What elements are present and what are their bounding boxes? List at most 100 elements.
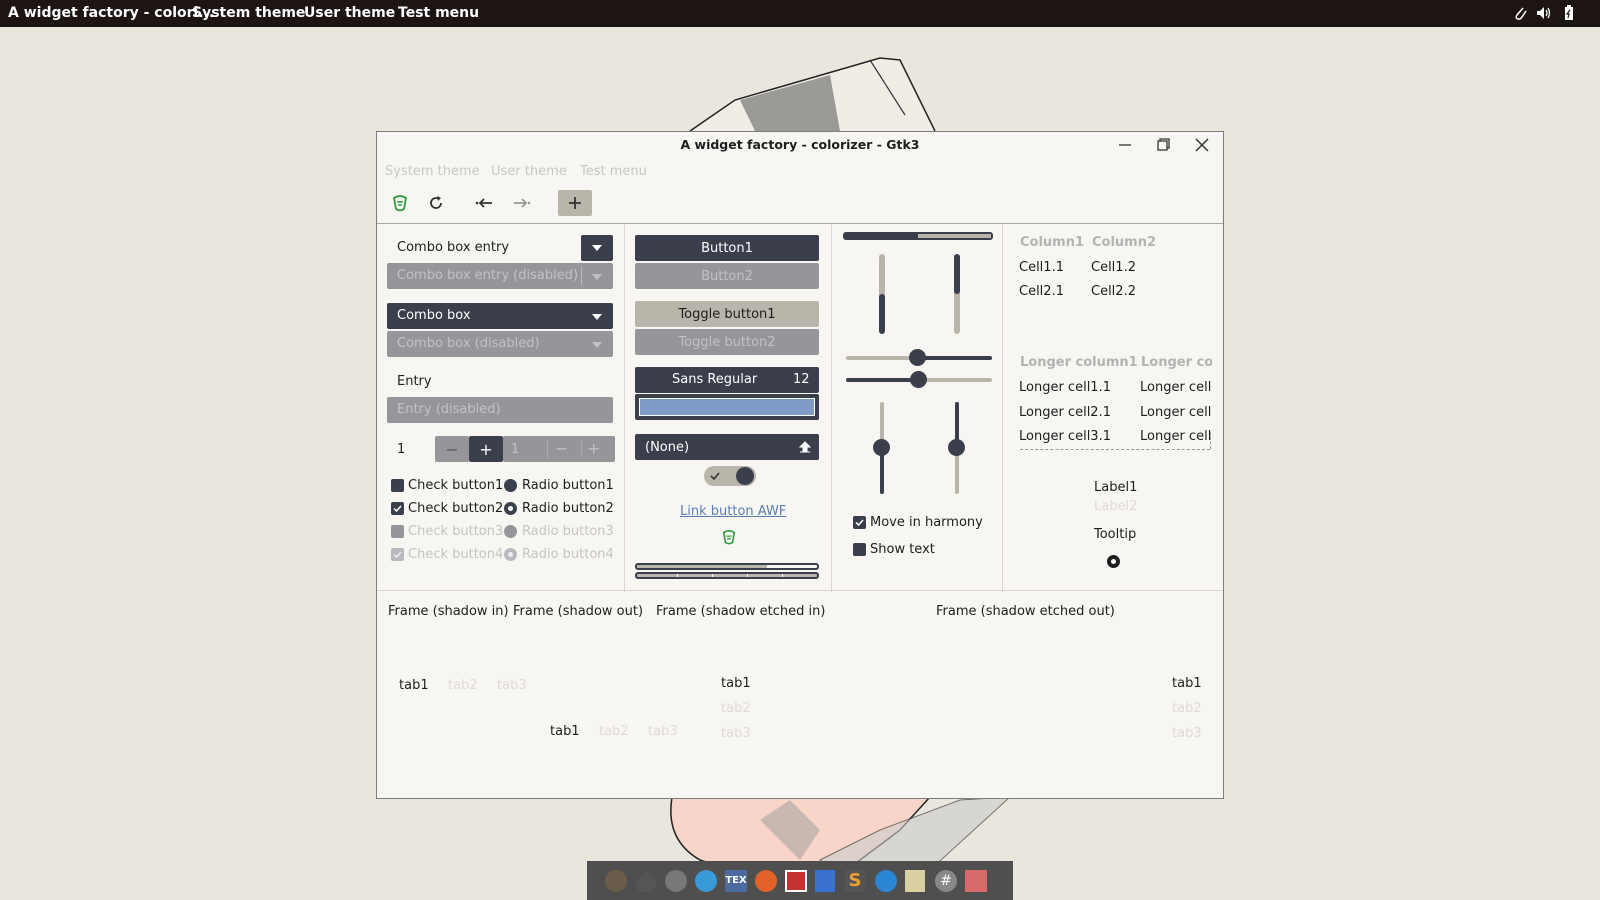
combo-box-entry-text[interactable]: Combo box entry bbox=[397, 240, 509, 255]
menu-test-menu[interactable]: Test menu bbox=[580, 164, 647, 179]
progress-bar-top bbox=[843, 232, 993, 240]
tree2-cell[interactable]: Longer cell1.1 bbox=[1019, 380, 1111, 395]
tree1-header-col2[interactable]: Column2 bbox=[1092, 235, 1156, 250]
tree2-cell[interactable]: Longer cell1 bbox=[1140, 380, 1212, 395]
file-chooser-button[interactable]: (None) bbox=[635, 434, 819, 460]
font-button[interactable]: Sans Regular 12 bbox=[635, 367, 819, 393]
book-icon[interactable] bbox=[815, 870, 835, 892]
tab-2[interactable]: tab2 bbox=[721, 701, 751, 716]
check-button-2[interactable] bbox=[391, 502, 404, 515]
gimp-icon[interactable] bbox=[605, 870, 627, 892]
palette-icon[interactable] bbox=[665, 870, 687, 892]
tab-2[interactable]: tab2 bbox=[1172, 701, 1202, 716]
spin-value[interactable]: 1 bbox=[397, 442, 405, 457]
menu-system-theme[interactable]: System theme bbox=[385, 164, 480, 179]
hash-icon[interactable]: # bbox=[935, 870, 957, 892]
link-button[interactable]: Link button AWF bbox=[680, 504, 786, 519]
firefox-icon[interactable] bbox=[755, 870, 777, 892]
back-icon[interactable] bbox=[469, 190, 501, 216]
inkscape-icon[interactable] bbox=[635, 870, 657, 892]
horizontal-scale-2[interactable] bbox=[846, 371, 992, 388]
show-text-check[interactable] bbox=[853, 543, 866, 556]
spin-plus-button[interactable]: + bbox=[469, 436, 503, 462]
window-titlebar[interactable]: A widget factory - colorizer - Gtk3 bbox=[377, 132, 1223, 158]
radio-button-1-label[interactable]: Radio button1 bbox=[522, 478, 614, 493]
telegram-icon[interactable] bbox=[695, 870, 717, 892]
spinner-icon bbox=[1107, 555, 1120, 568]
slider-knob[interactable] bbox=[909, 349, 926, 366]
close-icon[interactable] bbox=[1188, 134, 1216, 156]
tree2-header-col1[interactable]: Longer column1 bbox=[1020, 355, 1138, 370]
slider-knob[interactable] bbox=[910, 371, 927, 388]
check-button-2-label[interactable]: Check button2 bbox=[408, 501, 503, 516]
refresh-icon[interactable] bbox=[420, 190, 452, 216]
tree2-cell[interactable]: Longer cell3 bbox=[1140, 429, 1212, 444]
anime-icon[interactable] bbox=[965, 870, 987, 892]
switch-toggle[interactable] bbox=[704, 466, 756, 486]
spin-minus-button[interactable]: − bbox=[435, 436, 469, 462]
radio-button-2-label[interactable]: Radio button2 bbox=[522, 501, 614, 516]
tree1-header-col1[interactable]: Column1 bbox=[1020, 235, 1084, 250]
radio-button-2[interactable] bbox=[504, 502, 517, 515]
paperclip-icon[interactable] bbox=[1512, 4, 1528, 22]
tooltip-label[interactable]: Tooltip bbox=[1094, 527, 1136, 542]
check-button-1-label[interactable]: Check button1 bbox=[408, 478, 503, 493]
color-button[interactable] bbox=[635, 394, 819, 420]
panel-app-title[interactable]: A widget factory - colori... bbox=[8, 5, 214, 21]
maximize-icon[interactable] bbox=[1149, 134, 1177, 156]
notes-icon[interactable] bbox=[905, 870, 925, 892]
panel-menu-test-menu[interactable]: Test menu bbox=[398, 5, 479, 21]
awf-icon[interactable] bbox=[384, 190, 416, 216]
tab-3[interactable]: tab3 bbox=[1172, 726, 1202, 741]
combo-box-entry[interactable]: Combo box entry bbox=[387, 235, 613, 261]
tab-2[interactable]: tab2 bbox=[448, 678, 478, 693]
tree2-cell[interactable]: Longer cell2.1 bbox=[1019, 405, 1111, 420]
entry-text[interactable]: Entry bbox=[397, 374, 432, 389]
show-text-label[interactable]: Show text bbox=[870, 542, 935, 557]
panel-menu-system-theme[interactable]: System theme bbox=[192, 5, 305, 21]
tree2-header-col2[interactable]: Longer colu bbox=[1141, 355, 1212, 370]
tree2-cell[interactable]: Longer cell2 bbox=[1140, 405, 1212, 420]
tab-3[interactable]: tab3 bbox=[648, 724, 678, 739]
tree1-cell[interactable]: Cell1.1 bbox=[1019, 260, 1064, 275]
slider-knob[interactable] bbox=[873, 439, 890, 456]
slider-knob[interactable] bbox=[948, 439, 965, 456]
toggle-button-1[interactable]: Toggle button1 bbox=[635, 301, 819, 327]
check-button-4 bbox=[391, 548, 404, 561]
entry-field[interactable]: Entry bbox=[387, 369, 613, 395]
tab-1[interactable]: tab1 bbox=[721, 676, 751, 691]
move-in-harmony-check[interactable] bbox=[853, 516, 866, 529]
tex-icon[interactable]: TEX bbox=[725, 870, 747, 892]
combo-entry-button[interactable] bbox=[581, 235, 613, 261]
forward-icon[interactable] bbox=[505, 190, 537, 216]
radio-button-1[interactable] bbox=[504, 479, 517, 492]
button-1[interactable]: Button1 bbox=[635, 235, 819, 261]
radio-button-3-label: Radio button3 bbox=[522, 524, 614, 539]
search-icon[interactable] bbox=[875, 870, 897, 892]
tree1-cell[interactable]: Cell1.2 bbox=[1091, 260, 1136, 275]
transmission-icon[interactable] bbox=[785, 870, 807, 892]
tab-3[interactable]: tab3 bbox=[497, 678, 527, 693]
move-in-harmony-label[interactable]: Move in harmony bbox=[870, 515, 983, 530]
vertical-scale-1[interactable] bbox=[873, 402, 890, 494]
tab-2[interactable]: tab2 bbox=[599, 724, 629, 739]
check-button-1[interactable] bbox=[391, 479, 404, 492]
combo-box[interactable]: Combo box bbox=[387, 303, 613, 329]
tree1-cell[interactable]: Cell2.2 bbox=[1091, 284, 1136, 299]
tree1-cell[interactable]: Cell2.1 bbox=[1019, 284, 1064, 299]
tab-1[interactable]: tab1 bbox=[550, 724, 580, 739]
sublime-icon[interactable]: S bbox=[845, 870, 865, 892]
horizontal-scale-1[interactable] bbox=[846, 349, 992, 366]
tree2-view[interactable]: Longer column1 Longer colu Longer cell1.… bbox=[1017, 352, 1212, 472]
tree2-cell[interactable]: Longer cell3.1 bbox=[1019, 429, 1111, 444]
tab-1[interactable]: tab1 bbox=[399, 678, 429, 693]
panel-menu-user-theme[interactable]: User theme bbox=[304, 5, 395, 21]
battery-icon[interactable] bbox=[1561, 4, 1577, 22]
menu-user-theme[interactable]: User theme bbox=[491, 164, 567, 179]
vertical-scale-2[interactable] bbox=[948, 402, 965, 494]
minimize-icon[interactable] bbox=[1111, 134, 1139, 156]
tab-1[interactable]: tab1 bbox=[1172, 676, 1202, 691]
add-icon[interactable] bbox=[558, 190, 592, 216]
volume-icon[interactable] bbox=[1536, 4, 1552, 22]
tab-3[interactable]: tab3 bbox=[721, 726, 751, 741]
